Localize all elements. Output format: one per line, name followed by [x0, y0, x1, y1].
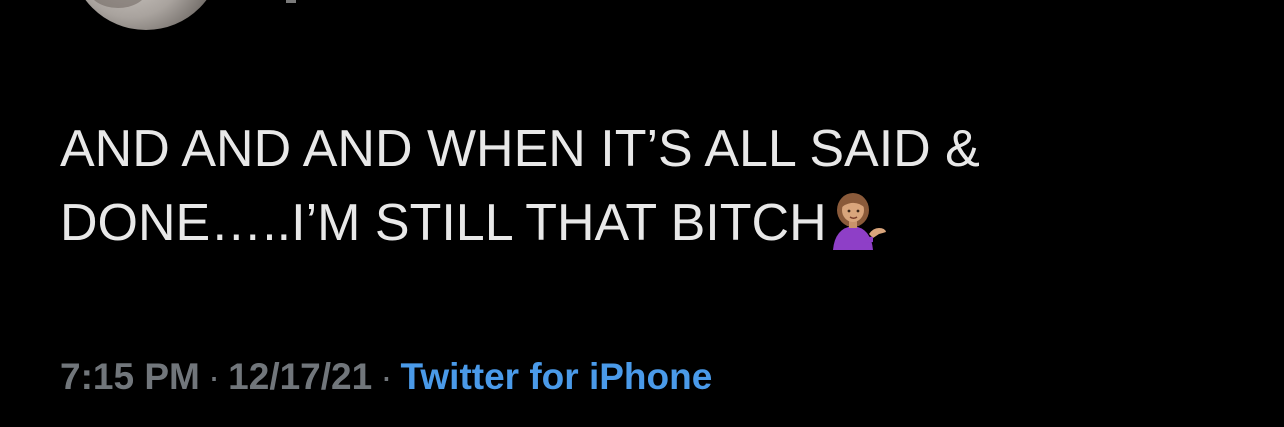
tweet-meta: 7:15 PM · 12/17/21 · Twitter for iPhone	[60, 352, 712, 402]
avatar-shade	[88, 0, 148, 8]
tweet-time[interactable]: 7:15 PM	[60, 356, 200, 397]
tweet-detail: AND AND AND WHEN IT’S ALL SAID & DONE…..…	[0, 0, 1284, 427]
tweet-text-line-1: AND AND AND WHEN IT’S ALL SAID &	[60, 120, 980, 178]
person-tipping-hand-icon	[829, 190, 887, 270]
tweet-text-line-2-text: DONE…..I’M STILL THAT BITCH	[60, 194, 827, 252]
tweet-body: AND AND AND WHEN IT’S ALL SAID & DONE…..…	[60, 112, 1240, 270]
meta-separator: ·	[207, 356, 221, 397]
tweet-text-line-2: DONE…..I’M STILL THAT BITCH	[60, 186, 1240, 270]
username-fragment	[286, 0, 296, 3]
avatar[interactable]	[70, 0, 222, 30]
tweet-source-link[interactable]: Twitter for iPhone	[401, 356, 713, 397]
meta-separator-2: ·	[380, 356, 393, 397]
tweet-date[interactable]: 12/17/21	[228, 356, 372, 397]
